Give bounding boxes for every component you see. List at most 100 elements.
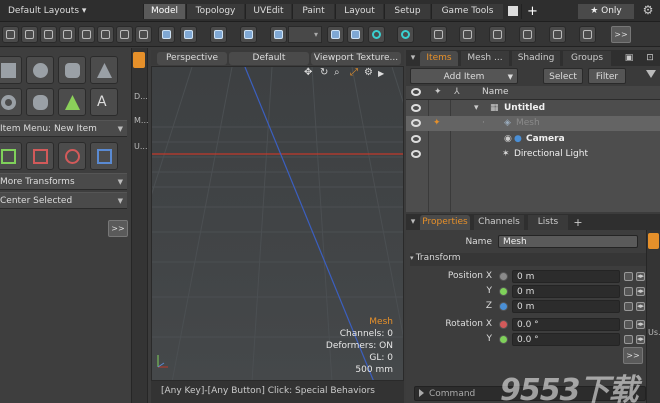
record-icon[interactable] <box>397 26 414 43</box>
position-y-link-icon[interactable]: ◂▸ <box>636 287 645 296</box>
rotation-y-knob[interactable] <box>499 335 508 344</box>
more-transforms-dropdown[interactable]: More Transforms ▼ <box>0 173 127 190</box>
zoom-icon[interactable]: ⌕ <box>334 67 340 78</box>
action-center-icon[interactable] <box>240 26 257 43</box>
tab-topology[interactable]: Topology <box>186 4 244 19</box>
falloff-icon[interactable] <box>135 26 152 43</box>
rotation-x-link-icon[interactable]: ◂▸ <box>636 320 645 329</box>
list-item[interactable]: ✶ Directional Light <box>406 147 660 162</box>
viewport-settings-icon[interactable]: ⚙ <box>364 67 373 78</box>
position-x-link-icon[interactable]: ◂▸ <box>636 272 645 281</box>
visibility-eye-icon[interactable] <box>411 119 421 127</box>
view-style-dropdown[interactable]: Default <box>229 52 309 65</box>
list-item[interactable]: ◉ ● Camera <box>406 132 660 147</box>
tab-model[interactable]: Model <box>143 4 185 19</box>
tab-paint[interactable]: Paint <box>292 4 334 19</box>
properties-more-button[interactable]: >> <box>623 347 643 364</box>
toolbar-dropdown[interactable]: ▾ <box>288 26 322 43</box>
add-tab-button[interactable]: + <box>572 215 584 230</box>
rotation-x-field[interactable]: 0.0 ° <box>512 318 620 331</box>
center-mode-icon[interactable] <box>116 26 133 43</box>
side-tab-d[interactable]: D... <box>134 92 148 101</box>
snap-cube-icon[interactable] <box>158 26 175 43</box>
rotation-x-knob[interactable] <box>499 320 508 329</box>
position-z-link-icon[interactable]: ◂▸ <box>636 302 645 311</box>
pivot-mode-icon[interactable] <box>97 26 114 43</box>
visibility-eye-icon[interactable] <box>411 135 421 143</box>
viewport-menu-icon[interactable]: ▶ <box>378 69 384 78</box>
frame-icon[interactable] <box>549 26 566 43</box>
capsule-tool-icon[interactable] <box>26 88 54 116</box>
side-tab-us[interactable]: Us... <box>648 328 660 337</box>
position-y-keyframe-icon[interactable] <box>624 287 633 296</box>
edge-mode-icon[interactable] <box>21 26 38 43</box>
side-tab-m[interactable]: M... <box>134 116 149 125</box>
3d-viewport[interactable]: ✥ ↻ ⌕ ⤢ ⚙ ▶ Mesh Channels: 0 Deformers: … <box>151 66 404 381</box>
transform-section-header[interactable]: ▾ Transform <box>410 253 646 266</box>
filter-button[interactable]: Filter <box>588 68 626 84</box>
polygon-mode-icon[interactable] <box>40 26 57 43</box>
list-item[interactable]: ✦ · ◈ Mesh <box>406 116 660 131</box>
tab-properties[interactable]: Properties <box>420 215 470 230</box>
position-x-knob[interactable] <box>499 272 508 281</box>
layout-view-icon[interactable] <box>489 26 506 43</box>
tab-channels[interactable]: Channels <box>474 215 524 230</box>
only-button[interactable]: ★ Only <box>578 4 634 19</box>
name-column-header[interactable]: Name <box>482 87 509 97</box>
quad-view-icon[interactable] <box>459 26 476 43</box>
move-tool-icon[interactable] <box>0 142 22 170</box>
pan-icon[interactable]: ✥ <box>304 67 312 78</box>
position-x-field[interactable]: 0 m <box>512 270 620 283</box>
rotation-y-keyframe-icon[interactable] <box>624 335 633 344</box>
panel-menu-icon[interactable]: ▾ <box>409 215 417 230</box>
position-z-keyframe-icon[interactable] <box>624 302 633 311</box>
snapping-icon[interactable] <box>270 26 287 43</box>
close-tab-icon[interactable] <box>508 6 518 16</box>
tab-items[interactable]: Items <box>420 51 458 66</box>
expand-triangle-icon[interactable]: ▾ <box>474 101 479 116</box>
center-selected-dropdown[interactable]: Center Selected ▼ <box>0 192 127 209</box>
position-y-field[interactable]: 0 m <box>512 285 620 298</box>
tab-layout[interactable]: Layout <box>335 4 383 19</box>
panel-menu-icon[interactable]: ▾ <box>409 51 417 66</box>
fit-view-icon[interactable]: ⤢ <box>350 67 358 78</box>
visibility-eye-icon[interactable] <box>411 150 421 158</box>
rotate-tool-icon[interactable] <box>58 142 86 170</box>
left-more-button[interactable]: >> <box>108 220 128 237</box>
position-z-field[interactable]: 0 m <box>512 300 620 313</box>
cone-tool-icon[interactable] <box>90 56 118 84</box>
cube-tool-icon[interactable] <box>0 56 22 84</box>
gear-icon[interactable]: ⚙ <box>640 3 656 19</box>
add-item-button[interactable]: Add Item ▼ <box>410 68 518 84</box>
tab-setup[interactable]: Setup <box>384 4 430 19</box>
tab-lists[interactable]: Lists <box>528 215 568 230</box>
schematic-icon[interactable] <box>519 26 536 43</box>
position-y-knob[interactable] <box>499 287 508 296</box>
tab-groups[interactable]: Groups <box>563 51 611 66</box>
preview-icon[interactable] <box>347 26 364 43</box>
viewport-texture-dropdown[interactable]: Viewport Texture... <box>311 52 401 65</box>
tab-uvedit[interactable]: UVEdit <box>245 4 291 19</box>
render-icon[interactable] <box>327 26 344 43</box>
scale-tool-icon[interactable] <box>90 142 118 170</box>
cursor-icon[interactable] <box>579 26 596 43</box>
material-mode-icon[interactable] <box>78 26 95 43</box>
tab-game-tools[interactable]: Game Tools <box>431 4 503 19</box>
view-perspective-dropdown[interactable]: Perspective <box>157 52 227 65</box>
position-z-knob[interactable] <box>499 302 508 311</box>
lock-icon[interactable]: ✦ <box>433 116 441 131</box>
tab-mesh[interactable]: Mesh ... <box>461 51 509 66</box>
item-mode-icon[interactable] <box>59 26 76 43</box>
cylinder-tool-icon[interactable] <box>58 56 86 84</box>
toolbar-more-button[interactable]: >> <box>611 26 631 43</box>
text-tool-icon[interactable]: A <box>90 88 118 116</box>
bezier-tool-icon[interactable] <box>58 88 86 116</box>
tab-options-icon[interactable]: ▣ <box>624 51 634 66</box>
right-side-tab-active[interactable] <box>648 233 659 249</box>
rotation-y-link-icon[interactable]: ◂▸ <box>636 335 645 344</box>
visibility-eye-icon[interactable] <box>411 104 421 112</box>
target-icon[interactable] <box>368 26 385 43</box>
transform-tool-icon[interactable] <box>26 142 54 170</box>
tab-options-more-icon[interactable]: ⊡ <box>644 51 656 66</box>
rotation-x-keyframe-icon[interactable] <box>624 320 633 329</box>
